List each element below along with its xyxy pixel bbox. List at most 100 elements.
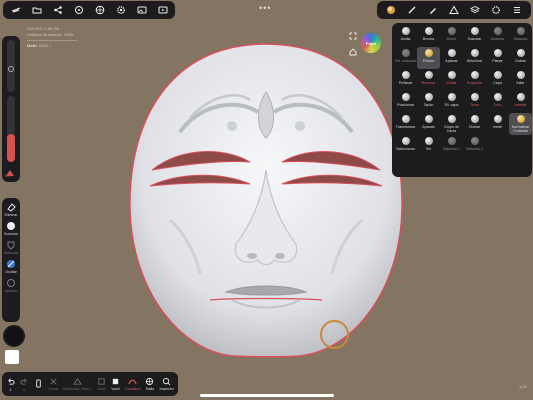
undo-count: 1 xyxy=(9,386,12,392)
redo-button[interactable]: 0 xyxy=(20,377,29,392)
brush-33[interactable]: Máscara 2 xyxy=(463,135,486,157)
brush-label: medir xyxy=(493,125,502,129)
brush-sphere-icon xyxy=(447,115,456,123)
brush-20[interactable]: Eli. capa xyxy=(440,91,463,113)
brush-6[interactable]: Sel. máscara xyxy=(394,47,417,69)
tool-aparato-label: Aparato xyxy=(4,289,18,293)
brush-label: Doblar xyxy=(515,59,526,63)
curvature-button[interactable]: Curvatura xyxy=(125,377,140,391)
brush-label: Arcilla xyxy=(400,37,411,41)
brush-32[interactable]: Máscara 1 xyxy=(440,135,463,157)
brush-2[interactable]: Mover xyxy=(440,25,463,47)
brush-17[interactable]: Inflar xyxy=(509,69,532,91)
brush-label: Inflar xyxy=(516,81,525,85)
multires-button[interactable]: Multirresol. Nivel 1 xyxy=(63,377,92,391)
brush-sphere-icon xyxy=(401,93,410,101)
brush-11[interactable]: Doblar xyxy=(509,47,532,69)
brush-label: Arrastrar xyxy=(490,37,505,41)
view-cube[interactable]: Front xyxy=(361,33,381,53)
brush-3[interactable]: Suavizar xyxy=(463,25,486,47)
brush-4[interactable]: Arrastrar xyxy=(486,25,509,47)
brush-sphere-icon xyxy=(424,49,433,57)
mesh-icon xyxy=(146,377,154,386)
brush-19[interactable]: Tapón xyxy=(417,91,440,113)
brush-label: Eli. capa xyxy=(444,103,459,107)
brush-21[interactable]: Torno xyxy=(463,91,486,113)
brush-26[interactable]: Grupo de Caras xyxy=(440,113,463,135)
brush-0[interactable]: Arcilla xyxy=(394,25,417,47)
secondary-color-swatch[interactable] xyxy=(5,350,19,364)
brush-12[interactable]: Pellizcar xyxy=(394,69,417,91)
brush-10[interactable]: Planar xyxy=(486,47,509,69)
brush-sphere-icon xyxy=(424,137,433,145)
radius-knob[interactable] xyxy=(8,66,14,72)
brush-label: Sel. máscara xyxy=(395,59,416,63)
brush-sphere-icon xyxy=(516,115,525,123)
voxel-icon xyxy=(98,378,105,385)
smooth-icon xyxy=(6,222,15,230)
brush-29[interactable]: Normalizar Contrado xyxy=(509,113,532,135)
device-button[interactable] xyxy=(34,379,43,389)
hide-icon xyxy=(7,260,15,268)
brush-sphere-icon xyxy=(424,71,433,79)
brush-label: Pintura xyxy=(422,59,435,63)
primary-color-swatch[interactable] xyxy=(3,325,25,347)
left-slider-panel: Tam xyxy=(2,36,20,182)
brush-24[interactable]: Transformar xyxy=(394,113,417,135)
brush-sphere-icon xyxy=(447,137,456,145)
inspector-button[interactable]: Inspector xyxy=(160,377,174,391)
tool-mascara[interactable]: Máscara xyxy=(4,240,18,255)
brush-label: Mover xyxy=(446,37,457,41)
phone-icon xyxy=(36,379,41,388)
radius-slider[interactable] xyxy=(7,40,15,92)
tool-suavizar[interactable]: Suavizar xyxy=(4,221,18,236)
brush-13[interactable]: Recortar xyxy=(417,69,440,91)
brush-16[interactable]: Capa xyxy=(486,69,509,91)
brush-27[interactable]: Ocultar xyxy=(463,113,486,135)
brush-9[interactable]: Difuminar xyxy=(463,47,486,69)
brush-sphere-icon xyxy=(424,27,433,35)
brush-sphere-icon xyxy=(424,93,433,101)
voxel-remesh-button[interactable]: Voxel xyxy=(111,377,120,391)
mask-icon xyxy=(7,241,15,250)
brush-25[interactable]: Aparato xyxy=(417,113,440,135)
brush-18[interactable]: Posicionar xyxy=(394,91,417,113)
brush-7[interactable]: Pintura xyxy=(417,47,440,69)
brush-label: Brocha xyxy=(422,37,435,41)
brush-15[interactable]: Proyectar xyxy=(463,69,486,91)
brush-22[interactable]: Tubo xyxy=(486,91,509,113)
brush-label: Torno xyxy=(470,103,479,107)
close-button[interactable]: Cerrar xyxy=(48,377,58,391)
color-icon[interactable] xyxy=(5,164,17,182)
left-tools-panel: Eliminar Suavizar Máscara Ocultar Aparat… xyxy=(2,198,25,364)
brush-sphere-icon xyxy=(493,27,502,35)
brush-label: Aparato xyxy=(422,125,435,129)
expand-icon[interactable] xyxy=(349,32,357,40)
brush-31[interactable]: Ver xyxy=(417,135,440,157)
tool-eliminar[interactable]: Eliminar xyxy=(5,202,17,217)
brush-23[interactable]: Insertar xyxy=(509,91,532,113)
view-cube-label: Front xyxy=(365,40,377,46)
voxel-label: Voxel xyxy=(97,387,106,391)
voxel-button[interactable]: Voxel xyxy=(97,377,106,391)
brush-label: Ocultar xyxy=(468,125,481,129)
tool-ocultar[interactable]: Ocultar xyxy=(5,259,17,274)
brush-14[interactable]: Dividir xyxy=(440,69,463,91)
tool-aparato[interactable]: Aparato xyxy=(4,278,18,293)
brush-sphere-icon xyxy=(401,115,410,123)
brush-label: Planar xyxy=(492,59,503,63)
brush-label: Seleccionar xyxy=(396,147,415,151)
brush-30[interactable]: Seleccionar xyxy=(394,135,417,157)
brush-28[interactable]: medir xyxy=(486,113,509,135)
brush-label: Transformar xyxy=(395,125,416,129)
brush-sphere-icon xyxy=(493,93,502,101)
undo-button[interactable]: 1 xyxy=(6,377,15,392)
undo-icon xyxy=(8,377,15,385)
brush-1[interactable]: Brocha xyxy=(417,25,440,47)
brush-5[interactable]: Máscara xyxy=(509,25,532,47)
size-slider[interactable] xyxy=(7,96,15,162)
brush-sphere-icon xyxy=(401,49,410,57)
brush-8[interactable]: Aplanar xyxy=(440,47,463,69)
home-view-icon[interactable] xyxy=(349,48,357,56)
mesh-button[interactable]: Malla xyxy=(145,377,154,391)
